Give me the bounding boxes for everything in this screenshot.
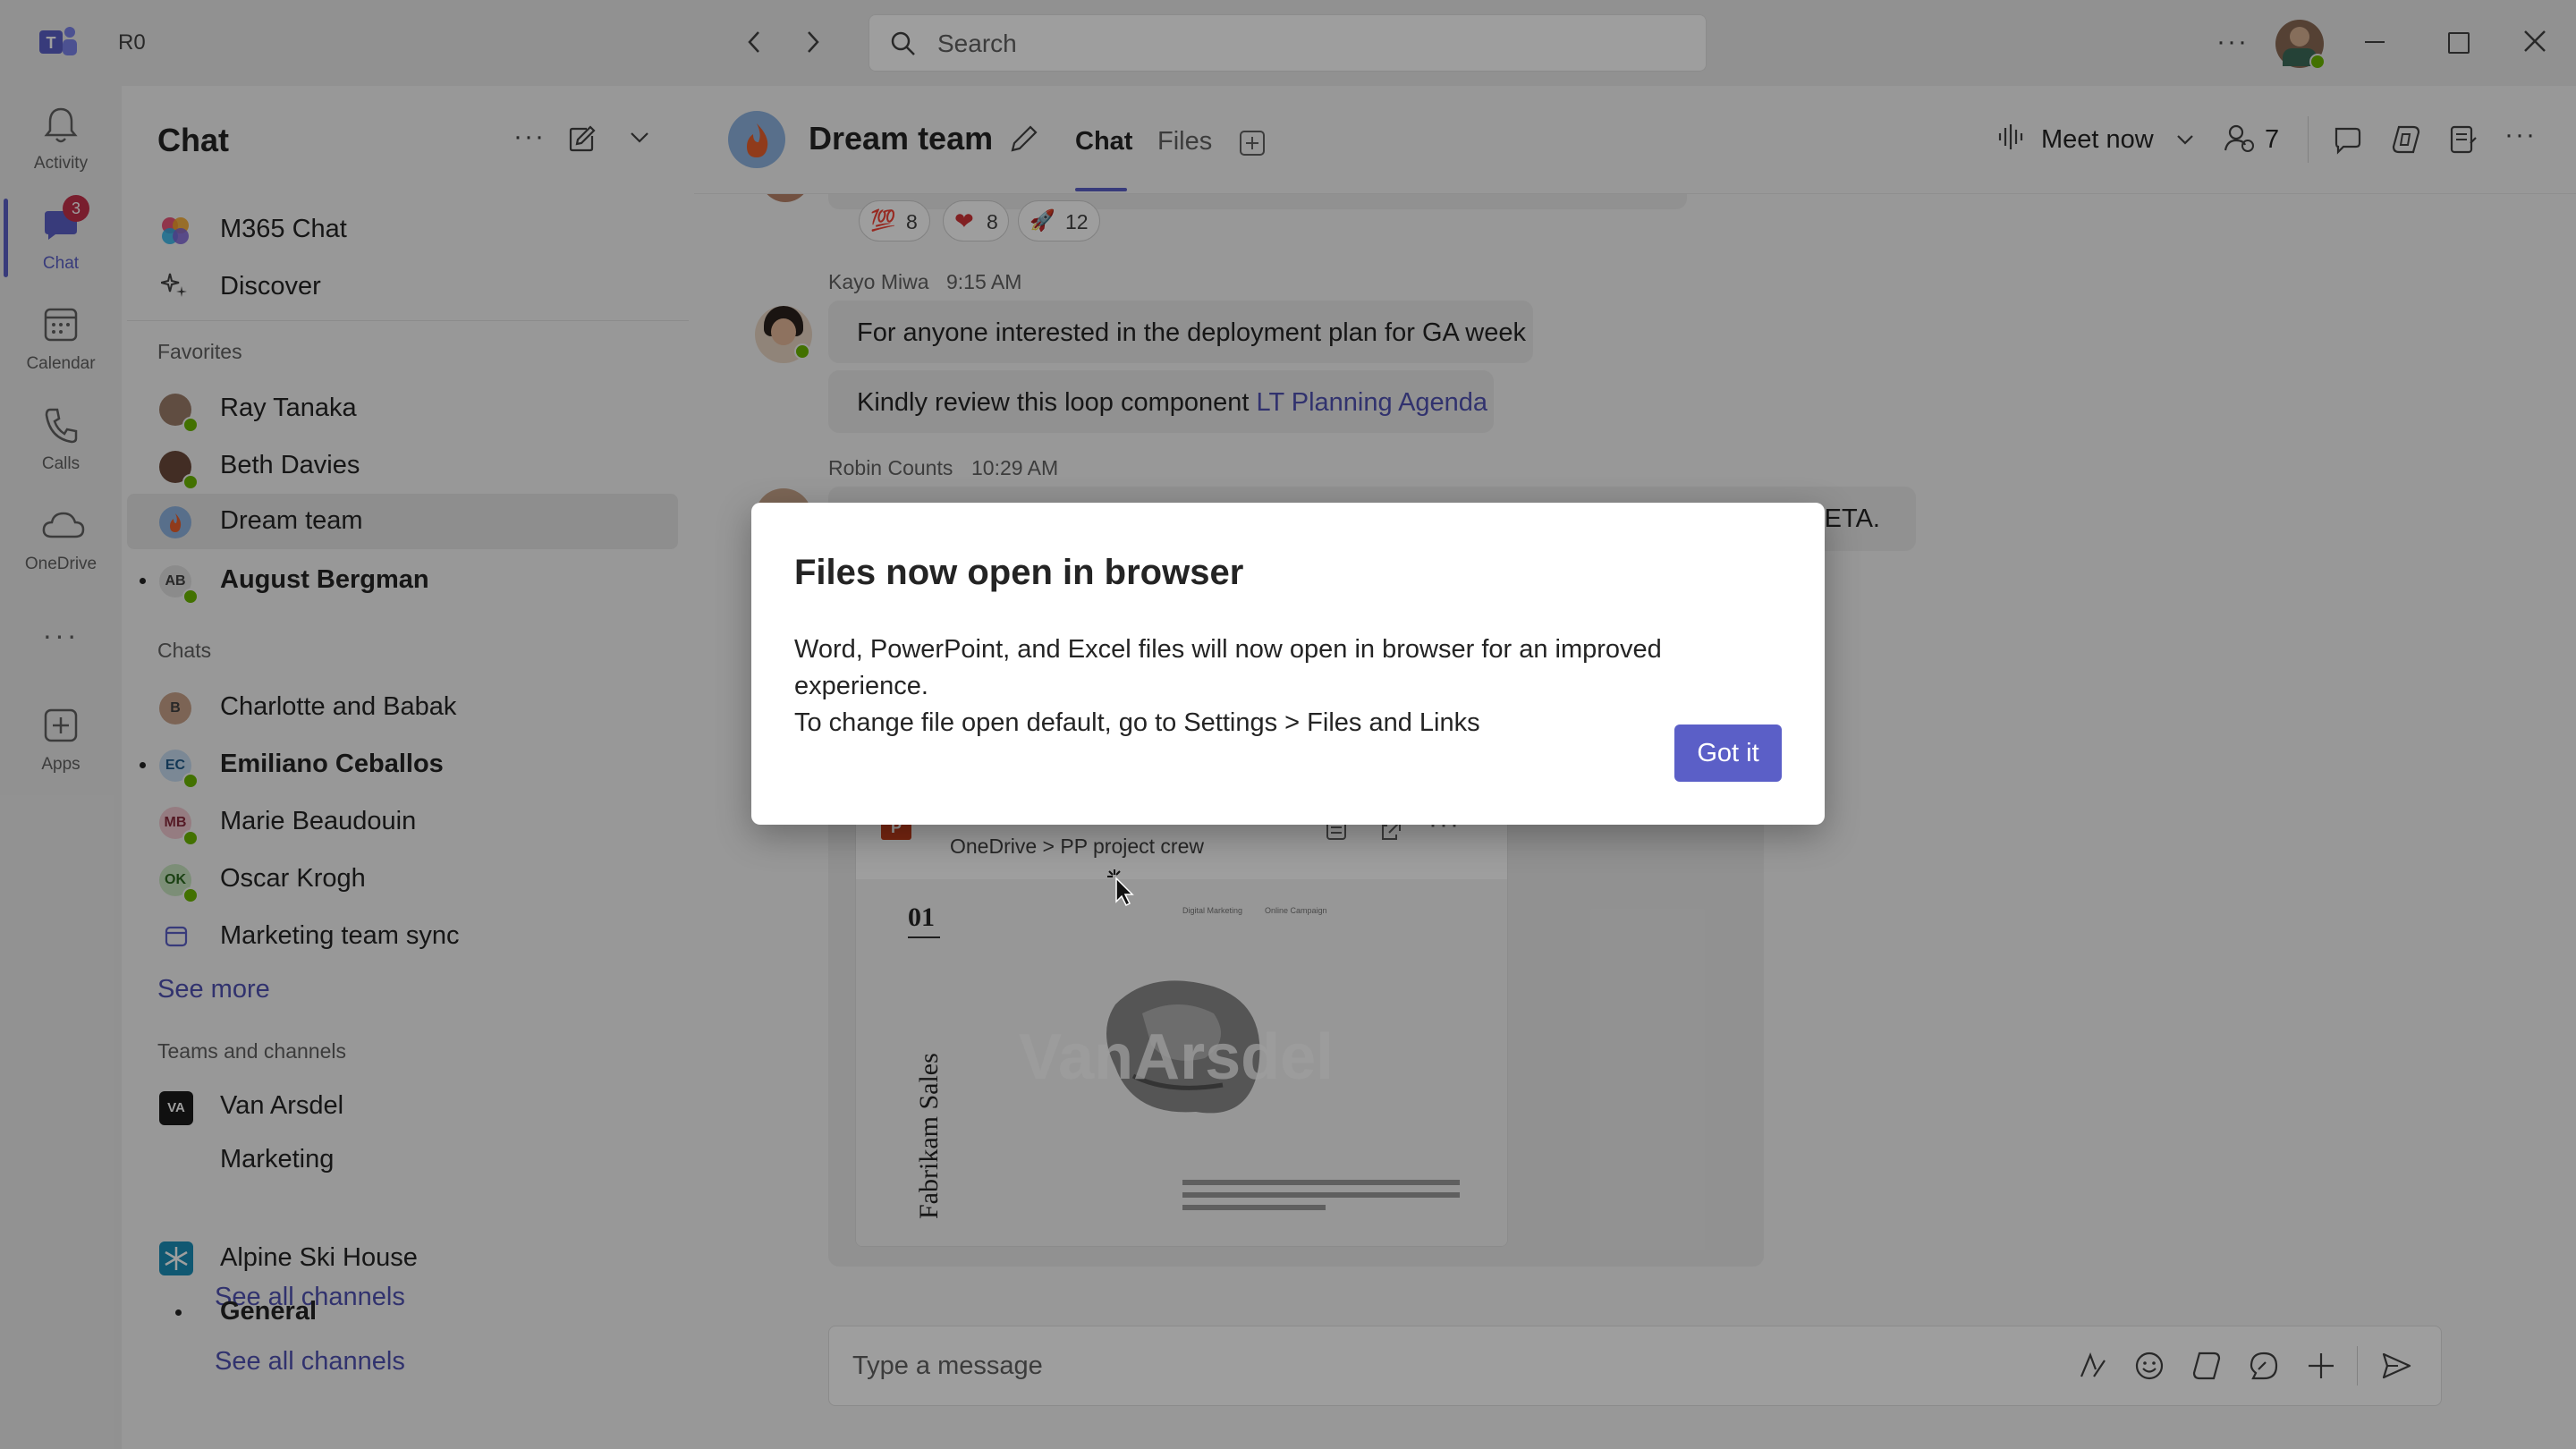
- dialog-body-line: Word, PowerPoint, and Excel files will n…: [794, 635, 1662, 700]
- dialog-body-line: To change file open default, go to Setti…: [794, 708, 1480, 737]
- dialog-body: Word, PowerPoint, and Excel files will n…: [794, 631, 1787, 741]
- got-it-button[interactable]: Got it: [1674, 724, 1782, 782]
- dialog-title: Files now open in browser: [794, 553, 1244, 592]
- files-open-dialog: Files now open in browser Word, PowerPoi…: [751, 503, 1825, 825]
- mouse-cursor-icon: [1106, 868, 1141, 907]
